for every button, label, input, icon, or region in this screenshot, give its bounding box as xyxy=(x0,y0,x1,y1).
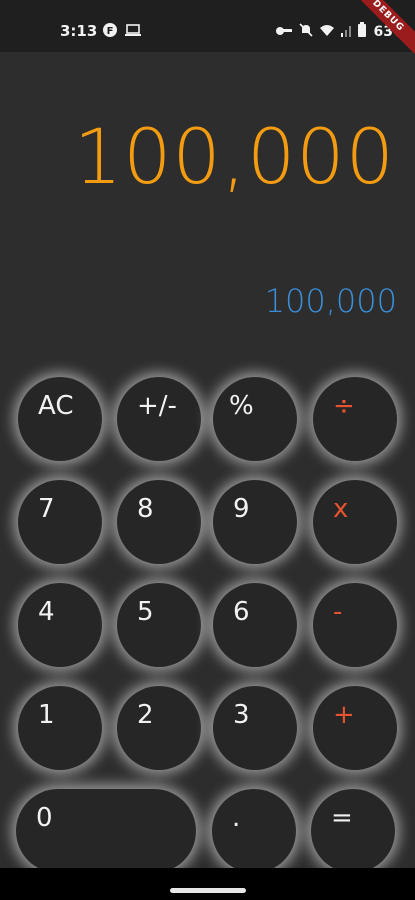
digit-0-button[interactable]: 0 xyxy=(16,789,196,873)
subtract-button[interactable]: - xyxy=(313,583,397,667)
laptop-icon xyxy=(124,22,142,42)
multiply-button[interactable]: x xyxy=(313,480,397,564)
wifi-icon xyxy=(319,23,335,41)
signal-icon xyxy=(341,23,352,41)
home-gesture-handle[interactable] xyxy=(170,888,246,893)
toggle-sign-button[interactable]: +/- xyxy=(117,377,201,461)
navigation-bar xyxy=(0,868,415,900)
percent-button[interactable]: % xyxy=(213,377,297,461)
decimal-button[interactable]: . xyxy=(212,789,296,873)
status-bar: 3:13 F 63% DEBUG xyxy=(0,0,415,61)
digit-8-button[interactable]: 8 xyxy=(117,480,201,564)
digit-1-button[interactable]: 1 xyxy=(18,686,102,770)
divide-button[interactable]: ÷ xyxy=(313,377,397,461)
vpn-key-icon xyxy=(275,23,293,41)
digit-9-button[interactable]: 9 xyxy=(213,480,297,564)
all-clear-button[interactable]: AC xyxy=(18,377,102,461)
mute-icon xyxy=(299,23,314,41)
digit-6-button[interactable]: 6 xyxy=(213,583,297,667)
main-display: 100,000 xyxy=(73,112,395,201)
digit-2-button[interactable]: 2 xyxy=(117,686,201,770)
digit-4-button[interactable]: 4 xyxy=(18,583,102,667)
result-display: 100,000 xyxy=(264,282,397,320)
add-button[interactable]: + xyxy=(313,686,397,770)
equals-button[interactable]: = xyxy=(311,789,395,873)
battery-icon xyxy=(357,22,367,42)
digit-7-button[interactable]: 7 xyxy=(18,480,102,564)
svg-text:F: F xyxy=(107,26,114,37)
digit-5-button[interactable]: 5 xyxy=(117,583,201,667)
app-notification-icon: F xyxy=(102,22,118,42)
status-time: 3:13 xyxy=(60,22,98,40)
digit-3-button[interactable]: 3 xyxy=(213,686,297,770)
